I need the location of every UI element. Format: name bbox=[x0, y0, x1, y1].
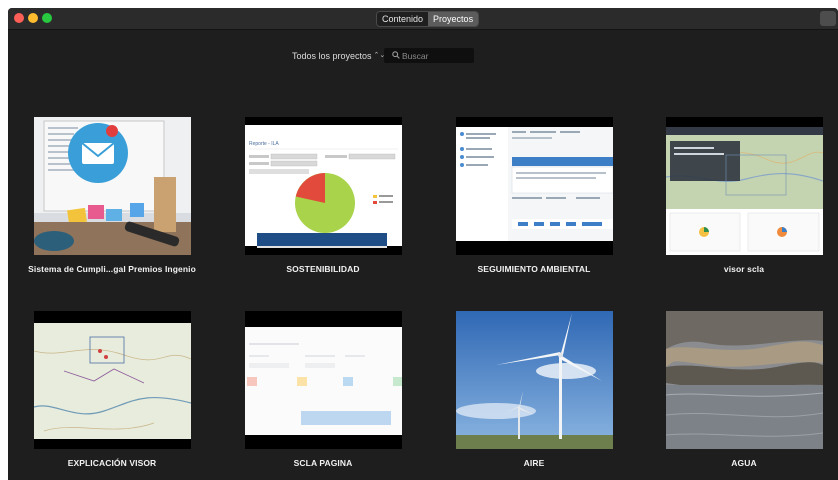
project-title: SEGUIMIENTO AMBIENTAL bbox=[477, 264, 591, 274]
project-title: SOSTENIBILIDAD bbox=[286, 264, 360, 274]
project-title: EXPLICACIÓN VISOR bbox=[67, 458, 157, 468]
map-viewer bbox=[666, 117, 823, 255]
project-thumbnail[interactable] bbox=[34, 117, 191, 255]
water-shore-photo bbox=[666, 311, 823, 449]
report-title: Reporte - ILA bbox=[249, 141, 279, 147]
project-title: SCLA PAGINA bbox=[293, 458, 353, 468]
topo-map bbox=[34, 311, 191, 449]
app-window: Contenido Proyectos Todos los proyectos … bbox=[8, 8, 838, 480]
faded-web-page bbox=[245, 311, 402, 449]
project-title: AGUA bbox=[731, 458, 757, 468]
project-thumbnail[interactable] bbox=[34, 311, 191, 449]
project-title: Sistema de Cumpli...gal Premios Ingenio bbox=[28, 264, 196, 274]
project-thumbnail[interactable] bbox=[666, 117, 823, 255]
project-thumbnail[interactable] bbox=[245, 311, 402, 449]
mail-desk-photo bbox=[34, 117, 191, 255]
project-grid: Sistema de Cumpli...gal Premios Ingenio … bbox=[8, 8, 838, 480]
form-screen bbox=[456, 117, 613, 255]
project-thumbnail[interactable]: Reporte - ILA bbox=[245, 117, 402, 255]
project-thumbnail[interactable] bbox=[666, 311, 823, 449]
project-thumbnail[interactable] bbox=[456, 117, 613, 255]
report-pie-chart: Reporte - ILA bbox=[245, 117, 402, 255]
project-thumbnail[interactable] bbox=[456, 311, 613, 449]
wind-turbines-photo bbox=[456, 311, 613, 449]
project-title: visor scla bbox=[723, 264, 765, 274]
project-title: AIRE bbox=[523, 458, 545, 468]
